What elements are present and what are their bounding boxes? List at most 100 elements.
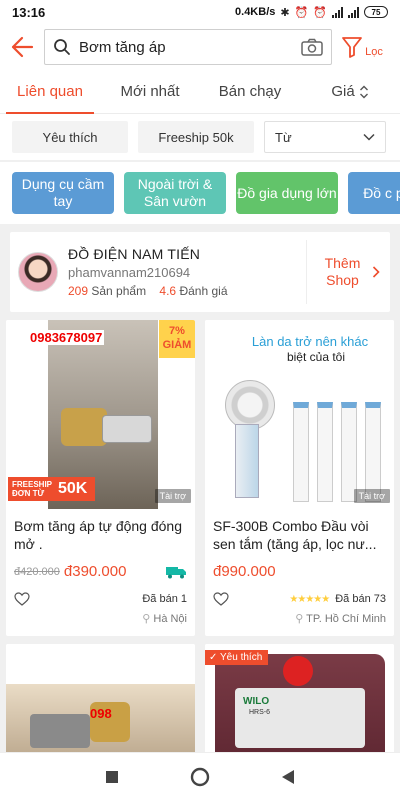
filter-cartridge <box>365 402 381 502</box>
rating-stars-icon: ★★★★★ <box>289 593 330 605</box>
products-label: Sản phẩm <box>91 284 147 298</box>
product-card[interactable]: 098 <box>6 644 195 754</box>
discount-word: GIẢM <box>162 339 192 351</box>
category-row: Dụng cụ cầm tay Ngoài trời & Sân vườn Đồ… <box>0 162 400 224</box>
product-location: ⚲ TP. Hồ Chí Minh <box>205 612 394 625</box>
funnel-icon <box>342 37 363 58</box>
sold-count: Đã bán 1 <box>142 593 187 605</box>
alarm-icon-2: ⏰ <box>313 6 327 19</box>
original-price: đ420.000 <box>14 565 60 578</box>
category-room[interactable]: Đồ c phòng <box>348 172 400 214</box>
category-hand-tools[interactable]: Dụng cụ cầm tay <box>12 172 114 214</box>
status-time: 13:16 <box>12 4 46 20</box>
pump-motor <box>102 415 152 443</box>
tab-best-selling[interactable]: Bán chạy <box>200 70 300 114</box>
quick-filters: Yêu thích Freeship 50k Từ <box>0 114 400 160</box>
product-title: Bơm tăng áp tự động đóng mở . <box>14 518 182 552</box>
back-arrow-icon <box>11 36 34 58</box>
sold-count: Đã bán 73 <box>335 593 386 605</box>
category-outdoor-garden[interactable]: Ngoài trời & Sân vườn <box>124 172 226 214</box>
freeship-text: FREESHIP ĐƠN TỪ <box>12 480 52 498</box>
product-image: Làn da trở nên khác biệt của tôi Tài trợ <box>205 320 394 509</box>
heart-icon[interactable] <box>14 592 30 606</box>
product-phone: 0983678097 <box>28 330 105 345</box>
product-phone: 098 <box>90 706 112 721</box>
free-shipping-truck-icon <box>166 566 186 578</box>
product-title: SF-300B Combo Đầu vòi sen tắm (tăng áp, … <box>213 518 377 552</box>
product-card[interactable]: 0983678097 7% GIẢM FREESHIP ĐƠN TỪ 50K T… <box>6 320 195 636</box>
pump-brass-part <box>61 408 107 446</box>
shop-stats: 209 Sản phẩm 4.6 Đánh giá <box>68 284 306 298</box>
favorite-badge: ✓ Yêu thích <box>205 650 269 665</box>
tab-label: Liên quan <box>17 83 83 100</box>
net-speed: 0.4KB/s <box>235 6 276 18</box>
product-image: WILO HRS-6 ✓ Yêu thích <box>205 644 394 754</box>
avatar <box>18 252 58 292</box>
sponsored-tag: Tài trợ <box>353 489 390 503</box>
product-footer: Đã bán 1 <box>6 592 195 606</box>
home-button-icon[interactable] <box>190 767 210 787</box>
tab-price[interactable]: Giá <box>300 70 400 114</box>
freeship-amount: 50K <box>58 480 88 497</box>
more-shop-label: Thêm Shop <box>324 255 361 288</box>
filter-button[interactable]: Lọc <box>332 24 392 70</box>
filter-label: Lọc <box>365 46 383 58</box>
tab-newest[interactable]: Mới nhất <box>100 70 200 114</box>
status-icons: 0.4KB/s ✱ ⏰ ⏰ 75 <box>235 6 388 19</box>
ad-headline-2: biệt của tôi <box>286 350 346 364</box>
shop-rating: 4.6 <box>159 284 177 298</box>
product-card[interactable]: Làn da trở nên khác biệt của tôi Tài trợ… <box>205 320 394 636</box>
pump-brand: WILO <box>243 696 270 707</box>
freeship-badge: FREESHIP ĐƠN TỪ 50K <box>8 477 96 501</box>
chip-freeship[interactable]: Freeship 50k <box>138 121 254 153</box>
product-card[interactable]: WILO HRS-6 ✓ Yêu thích <box>205 644 394 754</box>
shower-head <box>225 380 275 430</box>
price-row: đ990.000 <box>205 563 394 580</box>
signal-icon <box>348 6 359 18</box>
search-header: Bơm tăng áp Lọc <box>0 24 400 70</box>
shower-handle <box>235 424 259 498</box>
ad-headline-1: Làn da trở nên khác <box>251 334 369 349</box>
tab-label: Giá <box>331 83 355 100</box>
search-input[interactable]: Bơm tăng áp <box>44 29 332 65</box>
tab-label: Mới nhất <box>120 83 180 100</box>
sponsored-tag: Tài trợ <box>154 489 191 503</box>
discount-badge: 7% GIẢM <box>159 320 195 358</box>
signal-4g-icon <box>332 6 343 18</box>
search-query: Bơm tăng áp <box>79 38 166 56</box>
filter-cartridge <box>341 402 357 502</box>
heart-icon[interactable] <box>213 592 229 606</box>
location-pin-icon: ⚲ <box>295 613 304 625</box>
product-footer: ★★★★★ Đã bán 73 <box>205 592 394 606</box>
tab-relevance[interactable]: Liên quan <box>0 70 100 114</box>
discount-pct: 7% <box>169 325 185 337</box>
location-pin-icon: ⚲ <box>142 613 151 625</box>
rating-label: Đánh giá <box>179 284 228 298</box>
pump-motor <box>30 714 90 748</box>
select-value: Từ <box>275 129 292 145</box>
location-text: TP. Hồ Chí Minh <box>306 613 386 625</box>
favorite-label: Yêu thích <box>220 652 263 663</box>
back-button-icon[interactable] <box>281 769 295 785</box>
sort-updown-icon <box>359 85 368 98</box>
camera-icon[interactable] <box>301 38 323 56</box>
more-shop-button[interactable]: Thêm Shop <box>306 240 390 304</box>
alarm-icon: ⏰ <box>294 6 309 19</box>
search-icon <box>54 39 70 55</box>
shop-card[interactable]: ĐỒ ĐIỆN NAM TIẾN phamvannam210694 209 Sả… <box>10 232 390 312</box>
tab-label: Bán chạy <box>218 83 282 100</box>
chip-favorite[interactable]: Yêu thích <box>12 121 128 153</box>
shop-username: phamvannam210694 <box>68 265 191 280</box>
chevron-down-icon <box>363 133 375 141</box>
product-location: ⚲ Hà Nội <box>6 612 195 625</box>
pump-cap <box>283 656 313 686</box>
products-count: 209 <box>68 284 89 298</box>
price-from-select[interactable]: Từ <box>264 121 386 153</box>
category-large-appliances[interactable]: Đồ gia dụng lớn <box>236 172 338 214</box>
recents-button-icon[interactable] <box>105 770 119 784</box>
back-button[interactable] <box>0 24 44 70</box>
filter-cartridge <box>317 402 333 502</box>
battery-icon: 75 <box>364 6 388 18</box>
location-text: Hà Nội <box>153 613 187 625</box>
product-price: đ990.000 <box>213 563 276 580</box>
